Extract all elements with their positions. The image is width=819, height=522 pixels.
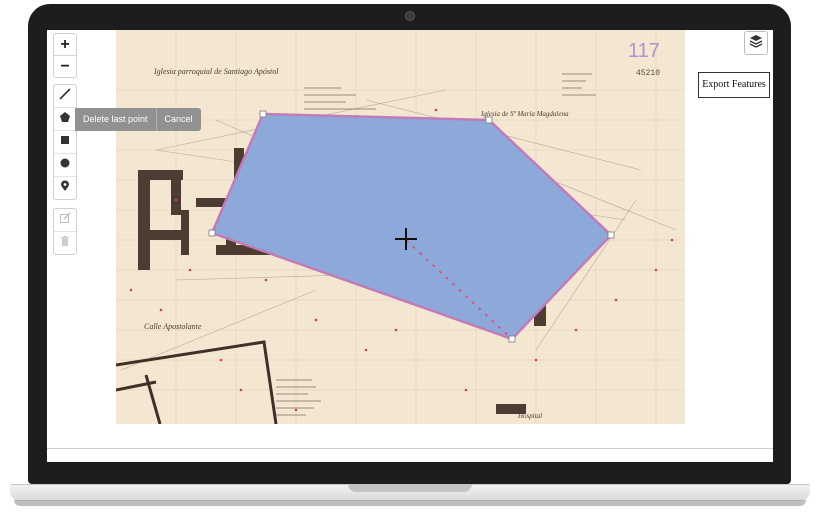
map-title-right: Iglesia de Sª María Magdalena: [480, 110, 569, 118]
delete-last-point-button[interactable]: Delete last point: [75, 108, 156, 131]
catalog-number: 45210: [636, 69, 660, 78]
draw-polygon-button[interactable]: [54, 107, 76, 130]
delete-layers-button[interactable]: [54, 231, 76, 254]
layers-icon: [749, 34, 763, 53]
vertex-handle[interactable]: [208, 229, 216, 237]
edit-layers-button[interactable]: [54, 209, 76, 231]
draw-circle-button[interactable]: [54, 153, 76, 176]
circle-icon: [59, 156, 71, 174]
polyline-icon: [59, 87, 71, 105]
rectangle-icon: [59, 133, 71, 151]
cancel-button[interactable]: Cancel: [155, 108, 201, 131]
draw-polyline-button[interactable]: [54, 85, 76, 107]
layers-button[interactable]: [744, 31, 768, 55]
polygon-icon: [59, 110, 71, 128]
drawn-polygon[interactable]: [210, 112, 613, 341]
zoom-in-button[interactable]: +: [54, 34, 76, 55]
screen-divider: [47, 448, 773, 449]
vertex-handle[interactable]: [485, 116, 493, 124]
laptop-notch: [348, 484, 472, 492]
draw-rectangle-button[interactable]: [54, 130, 76, 153]
map-title-top-left: Iglesia parroquial de Santiago Apóstol: [153, 67, 279, 76]
vertex-handle[interactable]: [508, 335, 516, 343]
delete-layers-icon: [59, 234, 71, 252]
export-features-button[interactable]: Export Features: [698, 72, 770, 98]
vertex-handle[interactable]: [259, 110, 267, 118]
draw-actions-bar: Delete last point Cancel: [75, 108, 201, 131]
laptop-shadow: [14, 500, 806, 506]
zoom-out-button[interactable]: −: [54, 55, 76, 77]
map-label-bottom-left: Calle Apostolante: [144, 322, 202, 331]
edit-toolbar: [53, 208, 77, 255]
map-label-bottom-right: Hospital: [517, 412, 542, 420]
webcam: [405, 11, 415, 21]
stamp-number: 117: [628, 40, 660, 62]
crosshair-cursor-icon: [395, 228, 417, 250]
vertex-handle[interactable]: [607, 231, 615, 239]
marker-icon: [59, 179, 71, 197]
draw-toolbar: [53, 84, 77, 200]
historic-plan-drawing: Iglesia parroquial de Santiago Apóstol I…: [116, 30, 685, 424]
app-screen: Iglesia parroquial de Santiago Apóstol I…: [47, 30, 773, 462]
draw-marker-button[interactable]: [54, 176, 76, 199]
map-canvas[interactable]: Iglesia parroquial de Santiago Apóstol I…: [116, 30, 685, 424]
edit-layers-icon: [59, 211, 71, 229]
zoom-control: + −: [53, 33, 77, 78]
